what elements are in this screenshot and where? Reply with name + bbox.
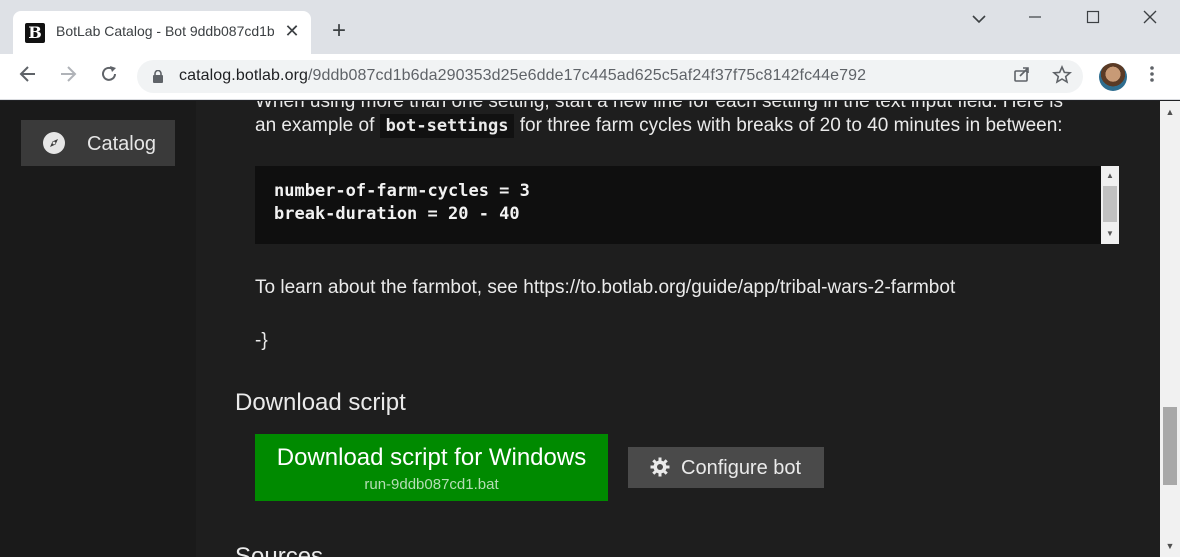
- code-line: number-of-farm-cycles = 3: [274, 181, 530, 201]
- url-host: catalog.botlab.org: [179, 67, 309, 84]
- tab-search-icon[interactable]: [964, 6, 994, 34]
- scroll-down-icon[interactable]: ▼: [1101, 226, 1119, 242]
- url-text[interactable]: catalog.botlab.org/9ddb087cd1b6da290353d…: [179, 67, 866, 85]
- download-script-button[interactable]: Download script for Windows run-9ddb087c…: [255, 434, 608, 501]
- page-scroll-down-icon[interactable]: ▼: [1160, 537, 1180, 555]
- window-close-icon[interactable]: [1135, 6, 1165, 34]
- configure-bot-label: Configure bot: [681, 457, 802, 479]
- browser-menu-icon[interactable]: [1140, 63, 1164, 91]
- sidebar: Catalog: [0, 101, 196, 557]
- download-heading: Download script: [235, 389, 406, 416]
- maximize-icon[interactable]: [1078, 6, 1108, 34]
- profile-avatar[interactable]: [1099, 63, 1127, 91]
- learn-paragraph: To learn about the farmbot, see https://…: [255, 277, 956, 298]
- tab-close-icon[interactable]: ✕: [282, 20, 302, 42]
- intro-text-pre: an example of: [255, 115, 375, 136]
- main-content: When using more than one setting, start …: [196, 101, 1160, 557]
- lock-icon[interactable]: [152, 69, 164, 83]
- new-tab-icon[interactable]: +: [326, 19, 352, 45]
- browser-toolbar: catalog.botlab.org/9ddb087cd1b6da290353d…: [0, 54, 1180, 100]
- tab-strip: B BotLab Catalog - Bot 9ddb087cd1b6da290…: [0, 0, 1180, 54]
- scroll-up-icon[interactable]: ▲: [1101, 168, 1119, 184]
- code-scrollbar[interactable]: ▲ ▼: [1101, 166, 1119, 244]
- sources-heading: Sources: [235, 543, 324, 557]
- page-viewport: Catalog When using more than one setting…: [0, 101, 1180, 557]
- botlab-favicon-icon: B: [25, 23, 45, 43]
- inline-code-bot-settings: bot-settings: [379, 114, 515, 138]
- tab-title: BotLab Catalog - Bot 9ddb087cd1b6da29035…: [56, 23, 274, 39]
- code-block[interactable]: number-of-farm-cycles = 3 break-duration…: [255, 166, 1119, 244]
- address-bar[interactable]: catalog.botlab.org/9ddb087cd1b6da290353d…: [137, 60, 1083, 93]
- code-line: break-duration = 20 - 40: [274, 204, 520, 224]
- intro-paragraph-line2: an example of bot-settings for three far…: [255, 113, 1063, 139]
- gear-icon: [650, 457, 670, 477]
- page-scrollbar-thumb[interactable]: [1163, 407, 1177, 485]
- bookmark-star-icon[interactable]: [1050, 65, 1074, 89]
- active-tab[interactable]: B BotLab Catalog - Bot 9ddb087cd1b6da290…: [13, 11, 311, 54]
- minimize-icon[interactable]: [1020, 6, 1050, 34]
- configure-bot-button[interactable]: Configure bot: [628, 447, 824, 488]
- back-icon[interactable]: [14, 63, 42, 91]
- download-filename: run-9ddb087cd1.bat: [364, 476, 499, 493]
- reload-icon[interactable]: [95, 63, 123, 91]
- download-button-label: Download script for Windows: [276, 444, 587, 471]
- compass-icon: [43, 132, 65, 154]
- code-scrollbar-thumb[interactable]: [1103, 186, 1117, 222]
- sidebar-item-catalog[interactable]: Catalog: [21, 120, 175, 166]
- page-scrollbar[interactable]: ▲ ▼: [1160, 101, 1180, 557]
- share-icon[interactable]: [1010, 65, 1034, 89]
- url-path: /9ddb087cd1b6da290353d25e6dde17c445ad625…: [308, 67, 867, 84]
- closing-text: -}: [255, 330, 268, 351]
- intro-text-post: for three farm cycles with breaks of 20 …: [519, 115, 1063, 136]
- sidebar-item-label: Catalog: [87, 133, 156, 155]
- page-scroll-up-icon[interactable]: ▲: [1160, 103, 1180, 121]
- forward-icon[interactable]: [54, 63, 82, 91]
